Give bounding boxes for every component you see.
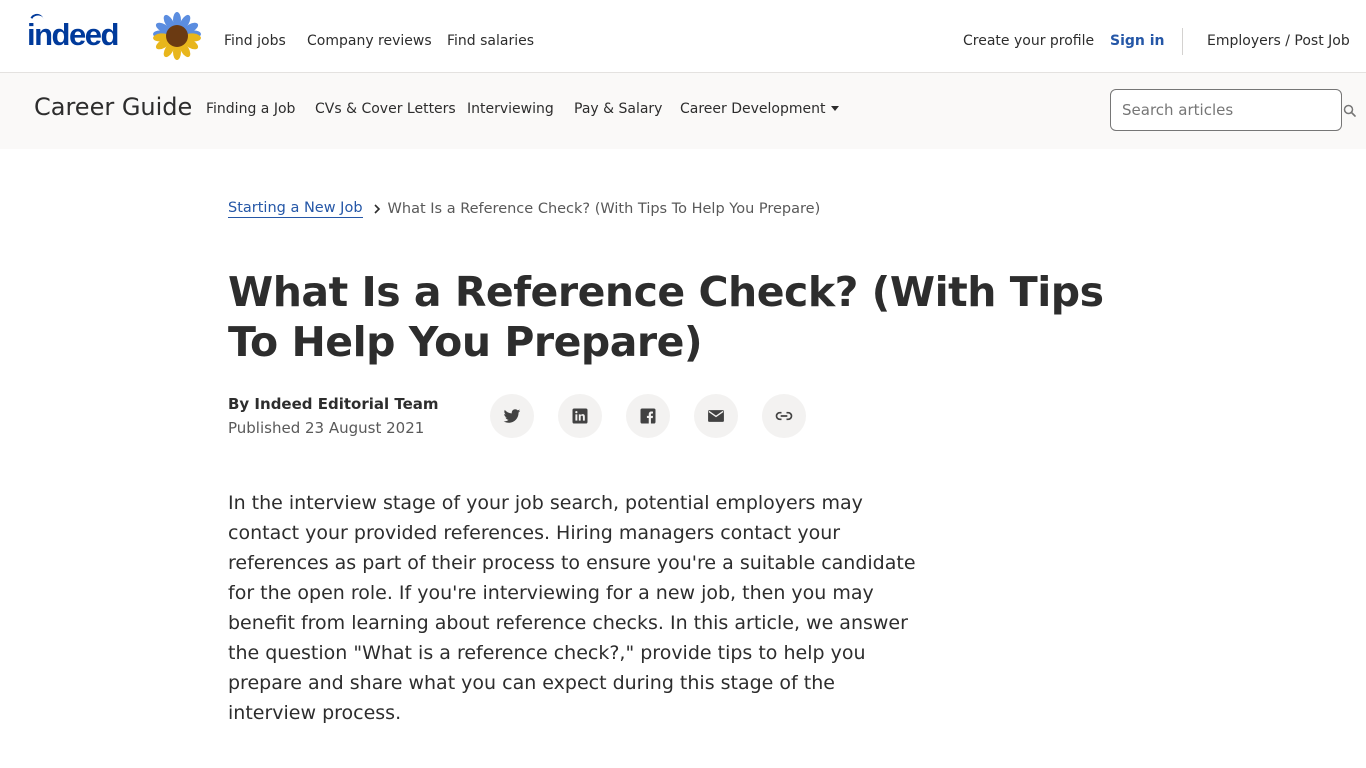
linkedin-icon [572, 408, 588, 424]
subnav-cvs-cover-letters[interactable]: CVs & Cover Letters [315, 101, 456, 117]
career-guide-title[interactable]: Career Guide [34, 93, 192, 121]
header-divider [1182, 28, 1183, 55]
email-icon [708, 410, 724, 422]
search-articles-input[interactable] [1110, 89, 1342, 131]
sunflower-icon [153, 12, 201, 60]
article-intro-paragraph: In the interview stage of your job searc… [228, 492, 916, 724]
caret-down-icon [831, 105, 840, 111]
facebook-icon [640, 408, 656, 424]
share-facebook-button[interactable] [626, 394, 670, 438]
share-copy-link-button[interactable] [762, 394, 806, 438]
article-title: What Is a Reference Check? (With Tips To… [228, 268, 1104, 366]
search-icon[interactable] [1343, 104, 1356, 117]
subnav-career-development-label: Career Development [680, 101, 826, 117]
sign-in-link[interactable]: Sign in [1110, 33, 1165, 49]
subnav-pay-salary[interactable]: Pay & Salary [574, 101, 662, 117]
nav-find-salaries[interactable]: Find salaries [447, 33, 534, 49]
nav-find-jobs[interactable]: Find jobs [224, 33, 286, 49]
article-author: By Indeed Editorial Team [228, 395, 439, 413]
breadcrumb-parent-link[interactable]: Starting a New Job [228, 200, 363, 218]
subnav-finding-a-job[interactable]: Finding a Job [206, 101, 295, 117]
nav-create-profile[interactable]: Create your profile [963, 33, 1094, 49]
link-icon [775, 411, 793, 421]
article-published-date: Published 23 August 2021 [228, 419, 425, 437]
breadcrumb-current: What Is a Reference Check? (With Tips To… [387, 201, 821, 217]
twitter-icon [503, 409, 521, 423]
career-guide-nav: Career Guide Finding a Job CVs & Cover L… [0, 73, 1366, 149]
chevron-right-icon [373, 204, 380, 214]
indeed-logo[interactable]: indeed [27, 11, 119, 53]
nav-employers-post-job[interactable]: Employers / Post Job [1207, 33, 1350, 49]
subnav-interviewing[interactable]: Interviewing [467, 101, 554, 117]
subnav-career-development[interactable]: Career Development [680, 101, 840, 117]
top-header: indeed Find jobs Company reviews Find sa… [0, 0, 1366, 73]
share-linkedin-button[interactable] [558, 394, 602, 438]
share-twitter-button[interactable] [490, 394, 534, 438]
share-email-button[interactable] [694, 394, 738, 438]
nav-company-reviews[interactable]: Company reviews [307, 33, 432, 49]
breadcrumb: Starting a New Job What Is a Reference C… [228, 200, 820, 218]
logo-text: indeed [27, 17, 119, 52]
